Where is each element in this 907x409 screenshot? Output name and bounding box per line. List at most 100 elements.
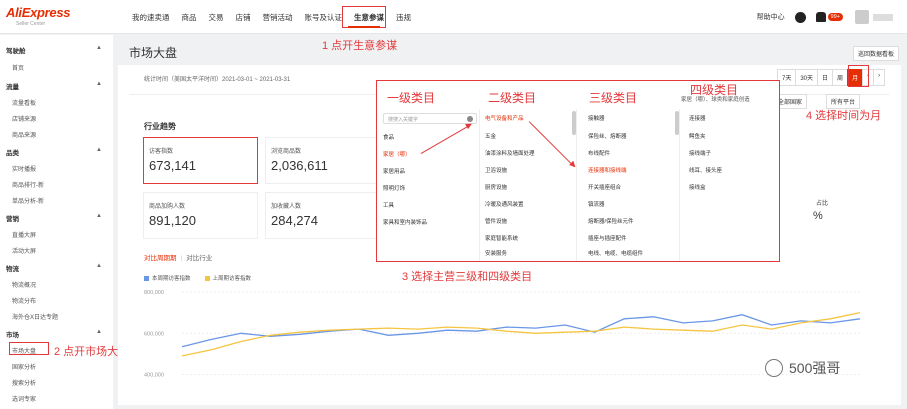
sidebar-section-traffic[interactable]: 流量 [6, 81, 19, 91]
sidebar-item-single-analysis[interactable]: 单品分析-新 [12, 196, 44, 205]
platform-select[interactable]: 所有平台 [826, 94, 861, 109]
category-option[interactable]: 熔断器/保险丝元件 [588, 217, 634, 225]
sidebar-item-live-screen[interactable]: 直播大屏 [12, 230, 36, 239]
header-level1: 一级类目 [387, 91, 436, 105]
period-30d[interactable]: 30天 [795, 69, 819, 86]
category-option[interactable]: 镇流器 [588, 200, 605, 208]
logo[interactable]: AliExpress Seller Center [6, 5, 71, 29]
category-option[interactable]: 接触器 [588, 114, 605, 122]
tab-compare-period[interactable]: 对比周期期 [144, 255, 177, 262]
category-option[interactable]: 管件设施 [485, 217, 507, 225]
help-center-link[interactable]: 帮助中心 [757, 12, 785, 22]
nav-account[interactable]: 账号及认证 [305, 12, 343, 23]
sidebar-section-logistics[interactable]: 物流 [6, 263, 19, 273]
category-option[interactable]: 照明灯饰 [383, 184, 405, 192]
sidebar-item-search-analysis[interactable]: 搜索分析 [12, 378, 36, 387]
category-path[interactable]: 家居（哪）、球类和家庭创造 [681, 95, 750, 103]
category-option[interactable]: 连接器 [689, 114, 706, 122]
metric-value: 284,274 [271, 213, 318, 228]
category-option[interactable]: 安装服务 [485, 249, 507, 257]
nav-violations[interactable]: 违规 [396, 12, 411, 23]
sidebar-item-store-source[interactable]: 店铺来源 [12, 114, 36, 123]
side-metric-value: % [813, 210, 823, 222]
metric-page-views[interactable]: 浏览商品数 2,036,611 [265, 137, 380, 184]
sidebar-item-keyword-expert[interactable]: 选词专家 [12, 394, 36, 403]
category-option[interactable]: 家居（哪） [383, 150, 411, 158]
sidebar-item-realtime[interactable]: 实时播报 [12, 164, 36, 173]
category-option[interactable]: 鳄鱼夹 [689, 132, 706, 140]
nav-store[interactable]: 店铺 [236, 12, 251, 23]
category-option[interactable]: 开关插座组合 [588, 183, 621, 191]
scrollbar[interactable] [675, 111, 679, 135]
logo-subtitle: Seller Center [16, 21, 46, 27]
period-day[interactable]: 日 [817, 69, 834, 86]
metric-favorites[interactable]: 加收藏人数 284,274 [265, 192, 380, 239]
category-option[interactable]: 家具和室内装饰品 [383, 218, 427, 226]
metric-value: 673,141 [149, 158, 196, 173]
account-name[interactable] [873, 13, 893, 21]
metric-label: 商品加购人数 [149, 204, 186, 210]
nav-products[interactable]: 商品 [182, 12, 197, 23]
metric-visitors[interactable]: 访客指数 673,141 [143, 137, 258, 184]
sidebar-item-overseas-warehouse[interactable]: 海外仓X日达专题 [12, 312, 58, 321]
sidebar-item-traffic-board[interactable]: 流量看板 [12, 98, 36, 107]
category-option[interactable]: 保险丝、熔断器 [588, 132, 627, 140]
sidebar-item-home[interactable]: 首页 [12, 63, 24, 72]
category-option[interactable]: 电线、电缆、电缆组件 [588, 249, 643, 257]
avatar[interactable] [855, 10, 869, 24]
scrollbar[interactable] [572, 111, 576, 135]
bell-icon[interactable] [815, 12, 826, 22]
nav-my-aliexpress[interactable]: 我的速卖通 [132, 12, 170, 23]
collapse-icon[interactable]: ▲ [96, 45, 102, 51]
chart-legend: 本周期访客指数 上周期访客指数 [144, 274, 265, 282]
nav-orders[interactable]: 交易 [209, 12, 224, 23]
sidebar-item-campaign-screen[interactable]: 活动大屏 [12, 246, 36, 255]
category-option[interactable]: 工具 [383, 201, 394, 209]
category-option[interactable]: 厨房设施 [485, 183, 507, 191]
sidebar-item-country-analysis[interactable]: 国家分析 [12, 362, 36, 371]
category-option[interactable]: 五金 [485, 132, 496, 140]
tab-compare-industry[interactable]: 对比行业 [186, 255, 212, 262]
sidebar-item-product-source[interactable]: 商品来源 [12, 130, 36, 139]
category-option[interactable]: 布线配件 [588, 149, 610, 157]
sidebar-item-market-overview[interactable]: 市场大盘 [12, 346, 36, 355]
metric-add-to-cart[interactable]: 商品加购人数 891,120 [143, 192, 258, 239]
category-option[interactable]: 插座与插座配件 [588, 234, 627, 242]
sidebar-item-product-rank[interactable]: 商品排行-新 [12, 180, 44, 189]
period-week[interactable]: 周 [832, 69, 849, 86]
next-arrow-icon[interactable]: › [873, 69, 886, 86]
sidebar-section-category[interactable]: 品类 [6, 147, 19, 157]
dashboard-button[interactable]: 巡回数据看板 [852, 46, 899, 61]
sidebar-section-cockpit[interactable]: 驾驶舱 [6, 45, 26, 55]
category-option[interactable]: 卫浴设施 [485, 166, 507, 174]
active-nav-underline [348, 26, 380, 28]
header-level2: 二级类目 [488, 91, 537, 105]
sidebar-section-market[interactable]: 市场 [6, 329, 19, 339]
collapse-icon[interactable]: ▲ [96, 81, 102, 87]
top-bar: AliExpress Seller Center 我的速卖通 商品 交易 店铺 … [0, 0, 907, 34]
category-option[interactable]: 油漆涂料及墙面处理 [485, 149, 535, 157]
collapse-icon[interactable]: ▲ [96, 213, 102, 219]
collapse-icon[interactable]: ▲ [96, 263, 102, 269]
sidebar-section-marketing[interactable]: 营销 [6, 213, 19, 223]
sidebar-item-logistics-overview[interactable]: 物流概况 [12, 280, 36, 289]
category-option[interactable]: 连接器和接线端 [588, 166, 627, 174]
chat-icon[interactable] [794, 11, 806, 23]
category-option[interactable]: 接线盒 [689, 183, 706, 191]
category-option[interactable]: 冷暖及通风装置 [485, 200, 524, 208]
category-option[interactable]: 线耳、接头座 [689, 166, 722, 174]
category-option[interactable]: 家庭智能系统 [485, 234, 518, 242]
category-option[interactable]: 家居用品 [383, 167, 405, 175]
compare-tabs: 对比周期期 | 对比行业 [144, 255, 213, 262]
annotation-3: 3 选择主营三级和四级类目 [402, 271, 533, 283]
period-selector: 7天 30天 日 周 月 ‹ › [777, 69, 886, 86]
sidebar-item-logistics-distribution[interactable]: 物流分布 [12, 296, 36, 305]
stat-time: 统计时间（美国太平洋时间）2021-03-01 ~ 2021-03-31 [144, 77, 291, 83]
collapse-icon[interactable]: ▲ [96, 329, 102, 335]
nav-marketing[interactable]: 营销活动 [263, 12, 293, 23]
legend-swatch [204, 275, 210, 281]
category-option[interactable]: 食品 [383, 133, 394, 141]
category-option[interactable]: 接线端子 [689, 149, 711, 157]
category-option[interactable]: 电气设备和产品 [485, 114, 524, 122]
collapse-icon[interactable]: ▲ [96, 147, 102, 153]
